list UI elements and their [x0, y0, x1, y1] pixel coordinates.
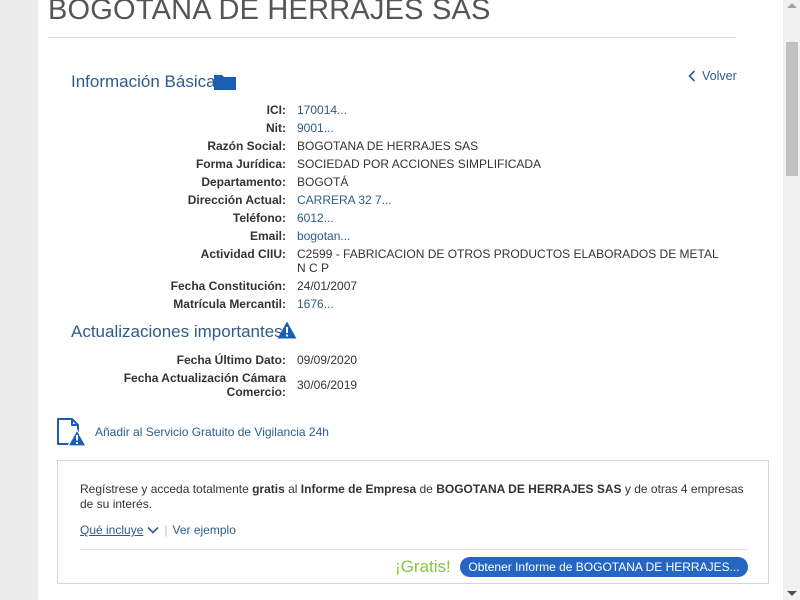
promo-links: Qué incluye | Ver ejemplo [80, 523, 236, 537]
link-separator: | [164, 523, 168, 537]
document-alert-icon [57, 418, 86, 447]
includes-link[interactable]: Qué incluye [80, 523, 143, 537]
info-label: Nit: [266, 121, 286, 135]
direccion-value-link[interactable]: CARRERA 32 7... [297, 193, 727, 207]
back-label: Volver [702, 69, 737, 83]
promo-text-part: de [416, 482, 437, 496]
info-label: Matrícula Mercantil: [173, 297, 286, 311]
info-label: Dirección Actual: [187, 193, 286, 207]
matricula-value-link[interactable]: 1676... [297, 297, 727, 311]
nit-value-link[interactable]: 9001... [297, 121, 727, 135]
title-divider [48, 37, 736, 38]
promo-text-part: al [284, 482, 301, 496]
info-label: Teléfono: [232, 211, 286, 225]
promo-text-bold: BOGOTANA DE HERRAJES SAS [436, 482, 622, 496]
info-label: Departamento: [201, 175, 286, 189]
info-value: SOCIEDAD POR ACCIONES SIMPLIFICADA [297, 157, 542, 171]
scroll-up-arrow-icon[interactable] [787, 3, 797, 8]
update-label: Fecha Último Dato: [176, 353, 286, 367]
promo-text-part: Regístrese y acceda totalmente [80, 482, 253, 496]
update-label-line1: Fecha Actualización Cámara [123, 371, 286, 385]
chevron-left-icon [688, 70, 696, 82]
update-label: Fecha Actualización Cámara Comercio: [60, 371, 286, 399]
scroll-down-arrow-icon[interactable] [787, 591, 797, 596]
update-value: 30/06/2019 [297, 378, 358, 392]
promo-text-bold: gratis [252, 482, 285, 496]
company-title: BOGOTANA DE HERRAJES SAS [48, 0, 491, 26]
promo-text: Regístrese y acceda totalmente gratis al… [80, 482, 750, 511]
info-label: Forma Jurídica: [195, 157, 286, 171]
email-value-link[interactable]: bogotan... [297, 229, 727, 243]
page: BOGOTANA DE HERRAJES SAS Información Bás… [0, 0, 784, 600]
folder-icon [214, 75, 236, 90]
updates-heading: Actualizaciones importantes [71, 322, 283, 341]
basic-info-heading: Información Básica [71, 72, 216, 91]
warning-icon [277, 321, 297, 339]
info-label: Actividad CIIU: [200, 247, 286, 261]
update-label-line2: Comercio: [226, 385, 286, 399]
scrollbar-thumb[interactable] [786, 42, 798, 176]
info-label: Fecha Constitución: [170, 279, 286, 293]
includes-label: Qué incluye [80, 523, 144, 537]
promo-divider [80, 549, 748, 550]
get-report-button[interactable]: Obtener Informe de BOGOTANA DE HERRAJES.… [460, 557, 748, 577]
info-value: 24/01/2007 [297, 279, 358, 293]
info-label: Email: [249, 229, 286, 243]
back-link[interactable]: Volver [688, 69, 737, 83]
info-value: C2599 - FABRICACION DE OTROS PRODUCTOS E… [297, 247, 719, 275]
vigilancia-label: Añadir al Servicio Gratuito de Vigilanci… [95, 425, 329, 439]
ici-value-link[interactable]: 170014... [297, 103, 727, 117]
telefono-value-link[interactable]: 6012... [297, 211, 727, 225]
chevron-down-icon[interactable] [147, 526, 159, 534]
update-value: 09/09/2020 [297, 353, 358, 367]
promo-panel: Regístrese y acceda totalmente gratis al… [57, 460, 769, 584]
promo-text-bold: Informe de Empresa [300, 482, 417, 496]
info-label: Razón Social: [207, 139, 286, 153]
gratis-label: ¡Gratis! [395, 557, 451, 576]
vigilancia-link[interactable]: Añadir al Servicio Gratuito de Vigilanci… [56, 417, 329, 447]
example-link[interactable]: Ver ejemplo [173, 523, 236, 537]
info-value: BOGOTANA DE HERRAJES SAS [297, 139, 479, 153]
info-value: BOGOTÁ [297, 175, 349, 189]
info-label: ICI: [266, 103, 286, 117]
